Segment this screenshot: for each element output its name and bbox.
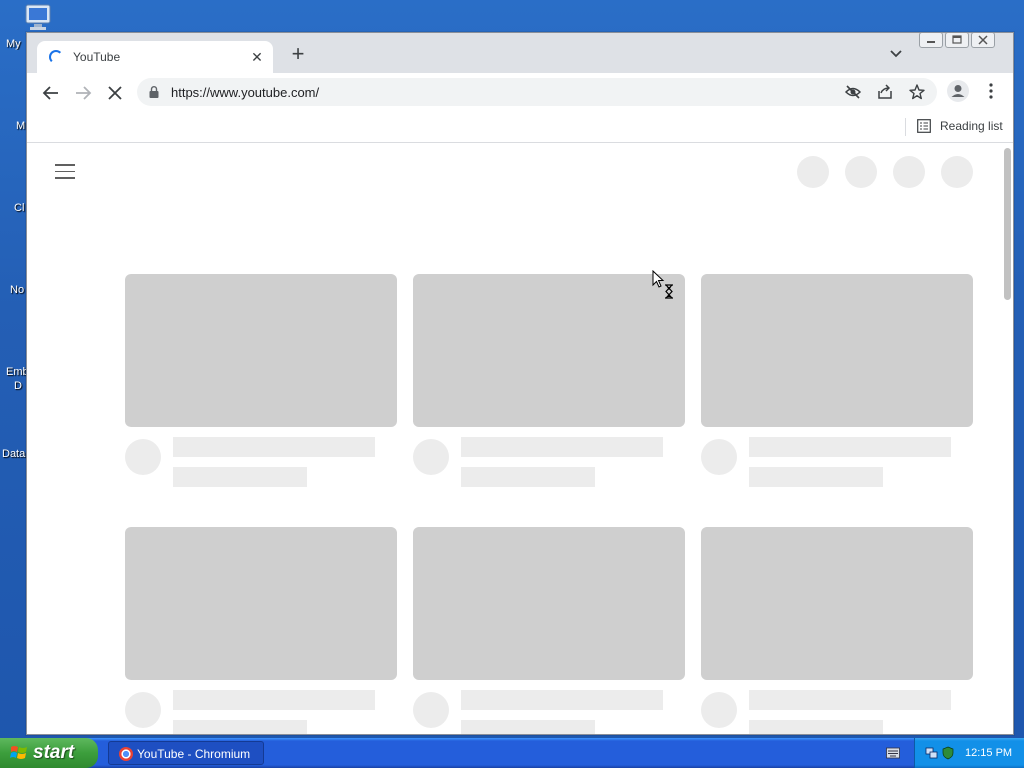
channel-avatar-placeholder	[125, 692, 161, 728]
thumbnail-placeholder	[125, 274, 397, 427]
loading-spinner-icon	[49, 50, 63, 64]
more-menu-icon[interactable]	[981, 81, 1001, 101]
profile-icon	[951, 85, 965, 97]
meta-placeholder	[173, 467, 307, 487]
meta-placeholder	[461, 720, 595, 734]
windows-logo-icon	[10, 746, 27, 759]
tab-youtube[interactable]: YouTube ✕	[37, 41, 273, 73]
channel-avatar-placeholder	[125, 439, 161, 475]
profile-avatar-button[interactable]	[947, 80, 969, 102]
tab-title: YouTube	[73, 50, 121, 64]
channel-avatar-placeholder	[701, 692, 737, 728]
close-window-button[interactable]	[971, 33, 995, 48]
bookmark-star-icon[interactable]	[908, 83, 926, 101]
title-placeholder	[173, 690, 375, 710]
browser-toolbar: https://www.youtube.com/	[27, 73, 1013, 111]
close-icon	[978, 35, 988, 45]
thumbnail-placeholder	[125, 527, 397, 680]
busy-cursor-icon	[652, 270, 673, 299]
reading-list-button[interactable]: Reading list	[940, 119, 1003, 133]
new-tab-button[interactable]: +	[287, 43, 309, 66]
title-placeholder	[461, 690, 663, 710]
thumbnail-placeholder	[413, 527, 685, 680]
thumbnail-placeholder	[413, 274, 685, 427]
keyboard-icon[interactable]	[886, 747, 900, 759]
back-arrow-icon[interactable]	[39, 81, 63, 105]
channel-avatar-placeholder	[413, 439, 449, 475]
tab-close-button[interactable]: ✕	[247, 47, 267, 67]
url-text[interactable]: https://www.youtube.com/	[171, 85, 319, 100]
header-placeholder-circle	[845, 156, 877, 188]
address-bar[interactable]: https://www.youtube.com/	[137, 78, 937, 106]
header-placeholder-circle	[941, 156, 973, 188]
minimize-button[interactable]	[919, 33, 943, 48]
restore-icon	[952, 35, 962, 44]
meta-placeholder	[173, 720, 307, 734]
share-icon[interactable]	[876, 83, 894, 101]
browser-window: YouTube ✕ + https://www.youtube.com/ Rea…	[26, 32, 1014, 735]
header-placeholder-circle	[797, 156, 829, 188]
maximize-button[interactable]	[945, 33, 969, 48]
security-shield-icon[interactable]	[941, 746, 955, 760]
title-placeholder	[749, 690, 951, 710]
channel-avatar-placeholder	[701, 439, 737, 475]
tab-search-chevron-icon[interactable]	[887, 45, 905, 63]
bookmarks-bar: Reading list	[27, 111, 1013, 143]
scrollbar-thumb[interactable]	[1004, 148, 1011, 300]
bookmarks-separator	[905, 118, 906, 136]
meta-placeholder	[749, 720, 883, 734]
hamburger-menu-icon[interactable]	[55, 164, 75, 180]
youtube-page-loading	[27, 144, 1002, 734]
stop-loading-icon[interactable]	[103, 81, 127, 105]
chromium-icon	[119, 747, 133, 761]
taskbar-item-label: YouTube - Chromium	[137, 747, 251, 761]
channel-avatar-placeholder	[413, 692, 449, 728]
page-scrollbar[interactable]	[1002, 144, 1013, 734]
clock[interactable]: 12:15 PM	[965, 747, 1012, 759]
lock-icon[interactable]	[149, 86, 159, 98]
thumbnail-placeholder	[701, 274, 973, 427]
tab-strip: YouTube ✕ +	[27, 33, 1013, 73]
taskbar: start YouTube - Chromium 12:15 PM	[0, 738, 1024, 768]
header-placeholder-circle	[893, 156, 925, 188]
meta-placeholder	[461, 467, 595, 487]
window-controls	[919, 33, 995, 50]
network-icon[interactable]	[925, 746, 939, 760]
title-placeholder	[461, 437, 663, 457]
minimize-icon	[927, 41, 935, 43]
title-placeholder	[749, 437, 951, 457]
forward-arrow-icon[interactable]	[71, 81, 95, 105]
eye-slash-icon[interactable]	[844, 83, 862, 101]
thumbnail-placeholder	[701, 527, 973, 680]
desktop-icon-label-6[interactable]: Data	[2, 448, 28, 460]
reading-list-icon[interactable]	[917, 119, 931, 133]
title-placeholder	[173, 437, 375, 457]
meta-placeholder	[749, 467, 883, 487]
start-label: start	[33, 742, 75, 763]
my-computer-desktop-icon[interactable]	[22, 2, 56, 32]
system-tray: 12:15 PM	[914, 738, 1024, 768]
start-button[interactable]: start	[0, 738, 98, 768]
taskbar-item-chromium[interactable]: YouTube - Chromium	[108, 741, 264, 765]
